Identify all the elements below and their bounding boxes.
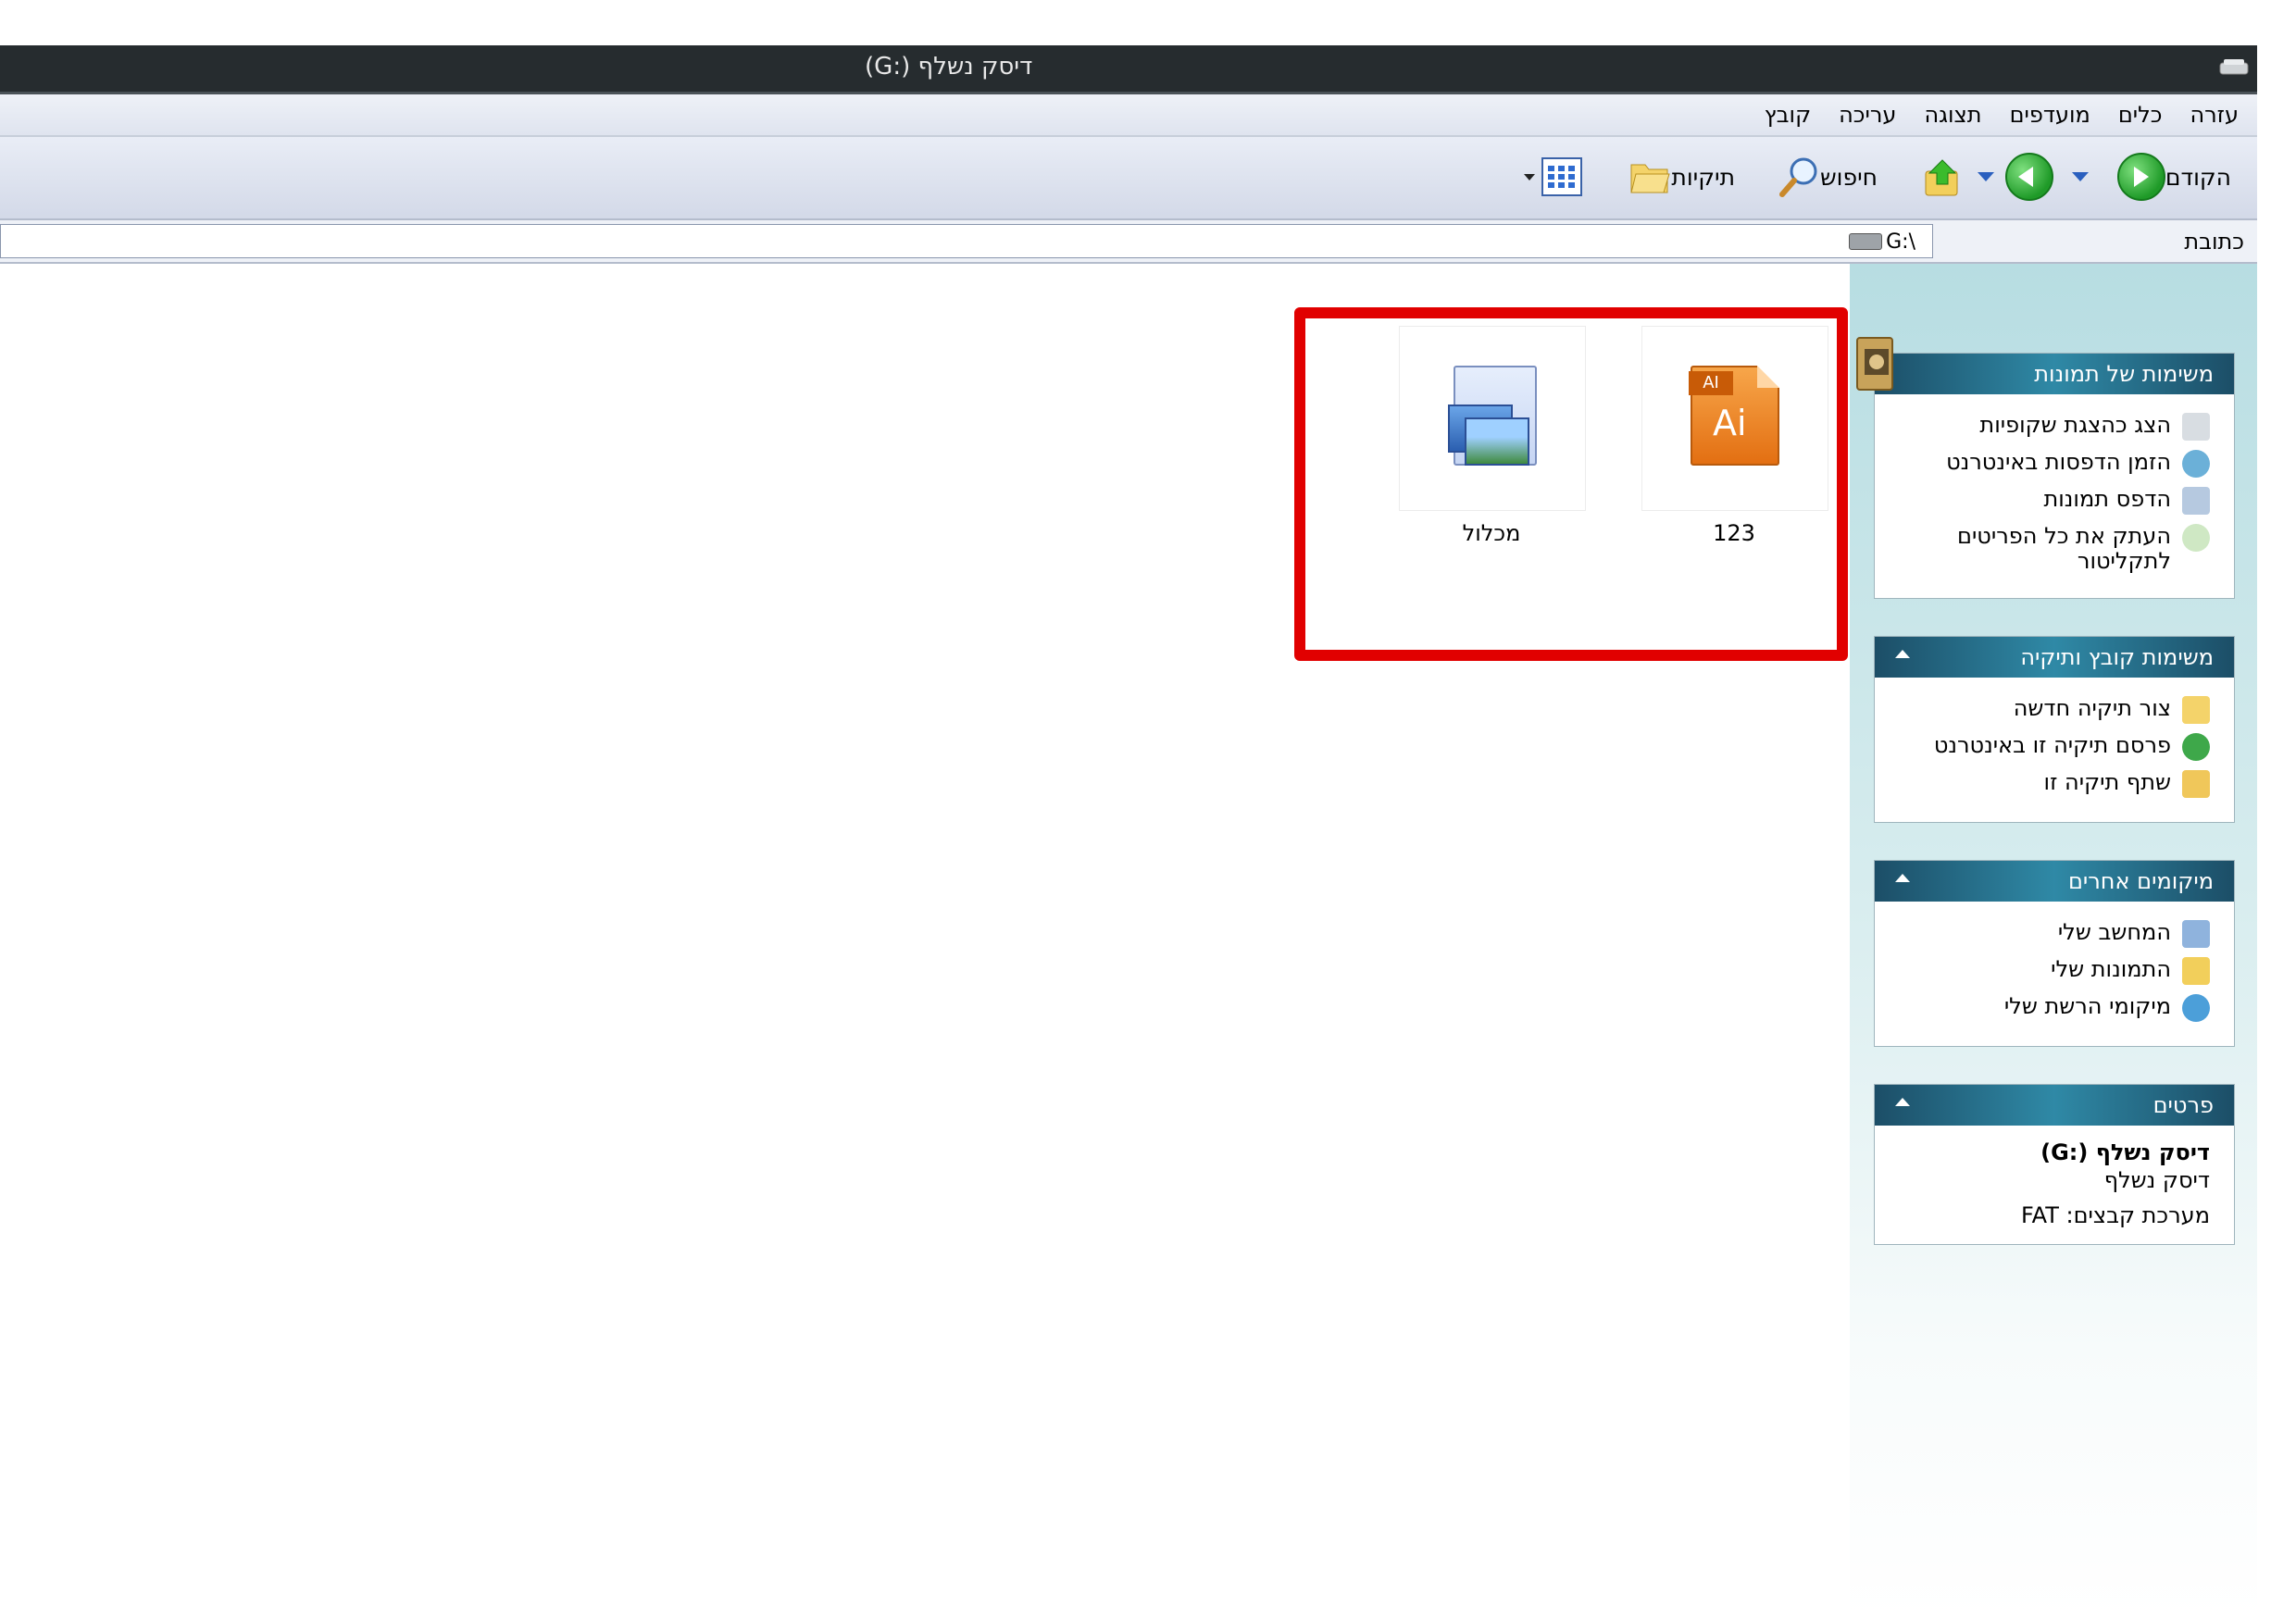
- task-pane: משימות של תמונות הצג כהצגת שקופיות הזמן …: [1850, 264, 2257, 1618]
- address-value: G:\: [1886, 230, 1915, 254]
- picture-tasks-header[interactable]: משימות של תמונות: [1875, 354, 2234, 394]
- views-grid-icon: [1541, 157, 1582, 196]
- globe-icon: [2182, 450, 2210, 478]
- menu-view[interactable]: תצוגה: [1924, 102, 1981, 128]
- search-label: חיפוש: [1819, 163, 1878, 191]
- panel-title: משימות קובץ ותיקיה: [2020, 644, 2214, 670]
- search-button[interactable]: חיפוש: [1778, 154, 1887, 200]
- forward-button[interactable]: [2005, 153, 2053, 201]
- back-dropdown[interactable]: [2072, 154, 2089, 200]
- folders-label: תיקיות: [1671, 163, 1735, 191]
- collapse-icon[interactable]: [1895, 874, 1910, 882]
- chevron-down-icon: [1978, 172, 1994, 181]
- window-title: דיסק נשלף (:G): [865, 53, 1033, 81]
- views-dropdown[interactable]: [1524, 154, 1535, 200]
- chevron-down-icon: [1524, 173, 1535, 180]
- folders-button[interactable]: תיקיות: [1628, 154, 1744, 200]
- menu-tools[interactable]: כלים: [2118, 102, 2163, 128]
- link-label: התמונות שלי: [2051, 956, 2171, 982]
- network-icon: [2182, 994, 2210, 1022]
- drive-icon: [1849, 233, 1882, 250]
- details-panel: פרטים דיסק נשלף (:G) דיסק נשלף מערכת קבצ…: [1874, 1084, 2235, 1245]
- back-arrow-icon: [2116, 153, 2165, 201]
- copy-to-cd-link[interactable]: העתק את כל הפריטים לתקליטור: [1893, 524, 2210, 574]
- link-label: הדפס תמונות: [2043, 486, 2171, 512]
- panel-title: משימות של תמונות: [2034, 361, 2214, 387]
- toolbar: הקודם חיפוש תיקיות: [0, 137, 2257, 220]
- slideshow-link[interactable]: הצג כהצגת שקופיות: [1893, 413, 2210, 441]
- highlight-box: [1294, 307, 1848, 661]
- panel-title: פרטים: [2152, 1092, 2214, 1118]
- menu-edit[interactable]: עריכה: [1839, 102, 1896, 128]
- link-label: הצג כהצגת שקופיות: [1979, 412, 2171, 438]
- new-folder-icon: [2182, 696, 2210, 724]
- share-folder-icon: [2182, 770, 2210, 798]
- cd-icon: [2182, 524, 2210, 552]
- link-label: המחשב שלי: [2057, 919, 2171, 945]
- menu-help[interactable]: עזרה: [2190, 102, 2239, 128]
- search-icon: [1778, 157, 1817, 197]
- other-places-panel: מיקומים אחרים המחשב שלי התמונות שלי מיקו…: [1874, 860, 2235, 1047]
- print-pictures-link[interactable]: הדפס תמונות: [1893, 487, 2210, 515]
- link-label: הזמן הדפסות באינטרנט: [1946, 449, 2171, 475]
- publish-icon: [2182, 733, 2210, 761]
- my-computer-link[interactable]: המחשב שלי: [1893, 920, 2210, 948]
- folders-icon: [1630, 164, 1671, 193]
- menu-file[interactable]: קובץ: [1765, 102, 1811, 128]
- link-label: שתף תיקיה זו: [2043, 769, 2171, 795]
- slideshow-icon: [2182, 413, 2210, 441]
- chevron-down-icon: [2072, 172, 2089, 181]
- picture-tasks-panel: משימות של תמונות הצג כהצגת שקופיות הזמן …: [1874, 353, 2235, 599]
- link-label: פרסם תיקיה זו באינטרנט: [1933, 732, 2171, 758]
- up-button[interactable]: [1922, 154, 1963, 200]
- printer-icon: [2182, 487, 2210, 515]
- details-type: דיסק נשלף: [2103, 1167, 2210, 1193]
- computer-icon: [2182, 920, 2210, 948]
- details-name: דיסק נשלף (:G): [2040, 1139, 2210, 1165]
- up-folder-icon: [1925, 159, 1958, 196]
- menu-bar: קובץ עריכה תצוגה מועדפים כלים עזרה: [0, 94, 2257, 137]
- address-bar: כתובת G:\: [0, 220, 2257, 264]
- back-label: הקודם: [2165, 163, 2231, 191]
- share-folder-link[interactable]: שתף תיקיה זו: [1893, 770, 2210, 798]
- collapse-icon[interactable]: [1895, 1098, 1910, 1106]
- publish-folder-link[interactable]: פרסם תיקיה זו באינטרנט: [1893, 733, 2210, 761]
- address-label: כתובת: [2184, 229, 2244, 255]
- link-label: צור תיקיה חדשה: [2013, 695, 2171, 721]
- explorer-window: דיסק נשלף (:G) קובץ עריכה תצוגה מועדפים …: [0, 45, 2257, 1618]
- new-folder-link[interactable]: צור תיקיה חדשה: [1893, 696, 2210, 724]
- picture-tasks-icon: [1856, 337, 1893, 391]
- menu-favorites[interactable]: מועדפים: [2010, 102, 2090, 128]
- address-input[interactable]: G:\: [0, 224, 1933, 258]
- link-label: העתק את כל הפריטים לתקליטור: [1957, 523, 2171, 574]
- network-places-link[interactable]: מיקומי הרשת שלי: [1893, 994, 2210, 1022]
- panel-title: מיקומים אחרים: [2067, 868, 2214, 894]
- order-prints-link[interactable]: הזמן הדפסות באינטרנט: [1893, 450, 2210, 478]
- collapse-icon[interactable]: [1895, 650, 1910, 658]
- removable-drive-icon: [2219, 59, 2249, 75]
- pictures-folder-icon: [2182, 957, 2210, 985]
- link-label: מיקומי הרשת שלי: [2003, 993, 2171, 1019]
- other-places-header[interactable]: מיקומים אחרים: [1875, 861, 2234, 902]
- forward-arrow-icon: [2005, 153, 2053, 201]
- forward-dropdown[interactable]: [1978, 154, 1994, 200]
- title-bar[interactable]: דיסק נשלף (:G): [0, 45, 2257, 94]
- details-filesystem: מערכת קבצים: FAT: [2021, 1202, 2210, 1228]
- views-button[interactable]: [1541, 154, 1583, 200]
- back-button[interactable]: הקודם: [2116, 153, 2240, 201]
- file-tasks-header[interactable]: משימות קובץ ותיקיה: [1875, 637, 2234, 678]
- my-pictures-link[interactable]: התמונות שלי: [1893, 957, 2210, 985]
- details-header[interactable]: פרטים: [1875, 1085, 2234, 1126]
- file-tasks-panel: משימות קובץ ותיקיה צור תיקיה חדשה פרסם ת…: [1874, 636, 2235, 823]
